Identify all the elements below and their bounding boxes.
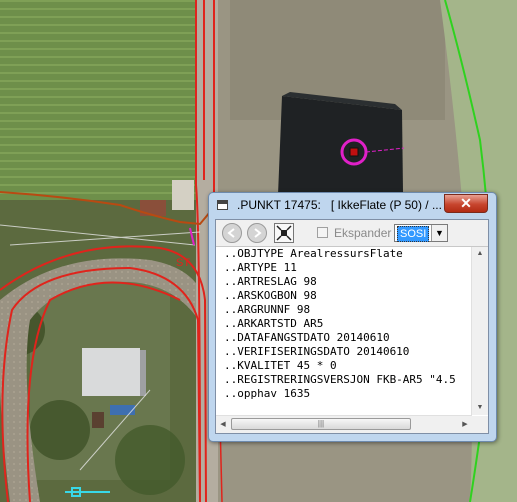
window-icon [217, 200, 228, 210]
sosi-line: ..ARKARTSTD AR5 [224, 317, 324, 330]
sosi-line: ..OBJTYPE ArealressursFlate [224, 247, 403, 260]
building [278, 96, 403, 195]
format-select[interactable]: SOSI ▼ [394, 224, 448, 242]
sosi-line: ..ARGRUNNF 98 [224, 303, 311, 316]
sosi-line: ..VERIFISERINGSDATO 20140610 [224, 345, 410, 358]
scroll-left-icon[interactable]: ◀ [216, 416, 230, 433]
back-button[interactable] [222, 223, 242, 243]
expand-checkbox[interactable] [317, 227, 328, 238]
arrow-right-icon [254, 228, 262, 238]
toolbar: Ekspander SOSI ▼ [216, 220, 488, 247]
forward-button[interactable] [247, 223, 267, 243]
sosi-line: ..ARSKOGBON 98 [224, 289, 317, 302]
window-titlebar[interactable]: .PUNKT 17475: [ IkkeFlate (P 50) / ... ✕ [209, 193, 496, 218]
object-info-window[interactable]: .PUNKT 17475: [ IkkeFlate (P 50) / ... ✕… [208, 192, 497, 442]
horizontal-scrollbar[interactable]: ◀ ||| ▶ [216, 415, 472, 433]
sosi-line: ..opphav 1635 [224, 387, 311, 400]
field-area [0, 0, 200, 200]
format-select-value: SOSI [397, 226, 430, 242]
window-title: .PUNKT 17475: [ IkkeFlate (P 50) / ... [237, 198, 442, 212]
scroll-up-icon[interactable]: ▲ [472, 247, 488, 261]
sosi-line: ..REGISTRERINGSVERSJON FKB-AR5 "4.5 [224, 373, 456, 386]
small-structure [140, 200, 166, 216]
scroll-corner [472, 416, 488, 433]
sosi-line: ..DATAFANGSTDATO 20140610 [224, 331, 390, 344]
window-content: Ekspander SOSI ▼ ..OBJTYPE ArealressursF… [215, 219, 489, 434]
crosshair-icon [276, 225, 292, 241]
scroll-down-icon[interactable]: ▼ [472, 401, 488, 415]
shed [82, 348, 140, 396]
map-label-st: ST [176, 257, 190, 269]
sosi-text-area[interactable]: ..OBJTYPE ArealressursFlate ..ARTYPE 11 … [216, 247, 472, 415]
scroll-right-icon[interactable]: ▶ [458, 416, 472, 433]
arrow-left-icon [227, 228, 235, 238]
sosi-line: ..KVALITET 45 * 0 [224, 359, 337, 372]
vertical-scrollbar[interactable]: ▲ ▼ [471, 247, 488, 415]
chevron-down-icon[interactable]: ▼ [431, 225, 447, 241]
close-button[interactable]: ✕ [444, 194, 488, 213]
horizontal-scroll-thumb[interactable]: ||| [231, 418, 411, 430]
expand-label: Ekspander [334, 226, 392, 240]
sosi-line: ..ARTYPE 11 [224, 261, 297, 274]
center-map-button[interactable] [274, 223, 294, 243]
sosi-line: ..ARTRESLAG 98 [224, 275, 317, 288]
